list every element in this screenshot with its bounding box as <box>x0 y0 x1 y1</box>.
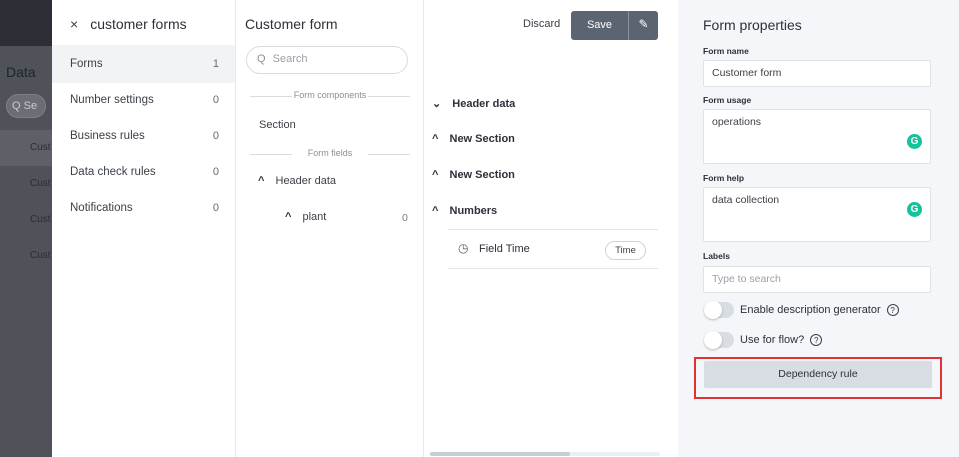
section-label: New Section <box>449 133 515 145</box>
menu-item-count: 1 <box>212 58 219 70</box>
menu-item-count: 0 <box>212 166 219 178</box>
menu-item-notifications[interactable]: Notifications 0 <box>52 189 235 227</box>
labels-search-input[interactable]: Type to search <box>703 266 931 293</box>
forms-menu-title: customer forms <box>90 16 187 32</box>
layout-section[interactable]: ⌄ Header data <box>432 97 515 110</box>
dependency-rule-button[interactable]: Dependency rule <box>704 361 932 388</box>
menu-item-label: Number settings <box>70 94 154 106</box>
field-count: 0 <box>402 212 408 224</box>
component-section[interactable]: Section <box>259 119 296 131</box>
background-row: Cust <box>0 130 52 166</box>
app-root: Data Q Se Cust Cust Cust Cust × customer… <box>0 0 959 457</box>
background-row: Cust <box>30 178 51 189</box>
form-help-label: Form help <box>703 173 745 183</box>
component-search-input[interactable]: Q Search <box>246 46 408 74</box>
field-group-header-data[interactable]: ^ Header data <box>258 175 336 187</box>
close-icon[interactable]: × <box>70 16 78 32</box>
chevron-down-icon: ⌄ <box>432 98 442 110</box>
help-icon[interactable]: ? <box>810 334 823 346</box>
menu-item-count: 0 <box>212 130 219 142</box>
discard-button[interactable]: Discard <box>523 18 560 30</box>
form-name-input[interactable]: Customer form <box>703 60 931 87</box>
section-label: Numbers <box>449 205 498 217</box>
layout-section[interactable]: ^ New Section <box>432 133 515 145</box>
menu-item-label: Forms <box>70 58 103 70</box>
grammarly-icon[interactable]: G <box>907 202 922 217</box>
chevron-up-icon: ^ <box>432 133 439 145</box>
use-for-flow-label: Use for flow? <box>740 334 805 346</box>
forms-menu: × customer forms Forms 1 Number settings… <box>52 0 236 457</box>
menu-item-number-settings[interactable]: Number settings 0 <box>52 81 235 119</box>
menu-item-count: 0 <box>212 94 219 106</box>
layout-section[interactable]: ^ New Section <box>432 169 515 181</box>
background-title: Data <box>6 64 36 80</box>
pencil-icon[interactable]: ✎ <box>628 11 658 40</box>
form-help-textarea[interactable]: data collection G <box>703 187 931 242</box>
background-header-block <box>0 0 52 46</box>
labels-label: Labels <box>703 251 730 261</box>
save-button[interactable]: Save <box>571 11 628 40</box>
menu-item-business-rules[interactable]: Business rules 0 <box>52 117 235 155</box>
clock-icon: ◷ <box>458 241 469 255</box>
background-row: Cust <box>30 214 51 225</box>
components-panel: Customer form Q Search Form components S… <box>236 0 424 457</box>
background-row: Cust <box>30 250 51 261</box>
chevron-up-icon: ^ <box>432 205 439 217</box>
toggle-knob <box>704 301 722 319</box>
field-plant[interactable]: ^ plant <box>285 211 326 223</box>
form-title: Customer form <box>245 16 338 32</box>
menu-item-forms[interactable]: Forms 1 <box>52 45 235 83</box>
form-name-label: Form name <box>703 46 749 56</box>
field-name: Field Time <box>479 243 530 255</box>
background-search: Q Se <box>6 94 46 118</box>
grammarly-icon[interactable]: G <box>907 134 922 149</box>
form-components-divider: Form components <box>250 90 410 100</box>
description-generator-toggle[interactable] <box>704 301 734 319</box>
form-usage-textarea[interactable]: operations G <box>703 109 931 164</box>
form-usage-label: Form usage <box>703 95 752 105</box>
toggle-knob <box>704 331 722 349</box>
field-card-time[interactable]: ◷ Field Time Time <box>448 229 658 269</box>
form-usage-value: operations <box>712 116 762 128</box>
horizontal-scrollbar[interactable] <box>430 452 660 456</box>
use-for-flow-row: Use for flow? ? <box>704 331 823 349</box>
layout-section[interactable]: ^ Numbers <box>432 205 497 217</box>
layout-panel: Discard Save ✎ ⌄ Header data ^ New Secti… <box>425 0 665 457</box>
form-help-value: data collection <box>712 194 780 206</box>
search-placeholder: Search <box>272 53 308 65</box>
menu-item-data-check-rules[interactable]: Data check rules 0 <box>52 153 235 191</box>
menu-item-count: 0 <box>212 202 219 214</box>
menu-item-label: Data check rules <box>70 166 156 178</box>
search-icon: Q <box>257 53 266 65</box>
field-type-badge: Time <box>605 241 646 260</box>
properties-title: Form properties <box>703 17 802 33</box>
background-list: Data Q Se Cust Cust Cust Cust <box>0 0 52 457</box>
description-generator-label: Enable description generator <box>740 304 881 316</box>
save-button-group: Save ✎ <box>571 11 658 40</box>
scrollbar-thumb[interactable] <box>430 452 570 456</box>
menu-item-label: Business rules <box>70 130 145 142</box>
field-group-label: Header data <box>275 175 337 187</box>
chevron-up-icon: ^ <box>258 175 265 187</box>
menu-item-label: Notifications <box>70 202 133 214</box>
use-for-flow-toggle[interactable] <box>704 331 734 349</box>
section-label: Header data <box>452 98 516 110</box>
help-icon[interactable]: ? <box>886 304 899 316</box>
chevron-up-icon: ^ <box>285 211 292 223</box>
chevron-up-icon: ^ <box>432 169 439 181</box>
description-generator-row: Enable description generator ? <box>704 301 899 319</box>
forms-menu-header: × customer forms <box>70 16 187 32</box>
form-fields-divider: Form fields <box>250 148 410 158</box>
section-label: New Section <box>449 169 515 181</box>
field-label: plant <box>302 211 327 223</box>
